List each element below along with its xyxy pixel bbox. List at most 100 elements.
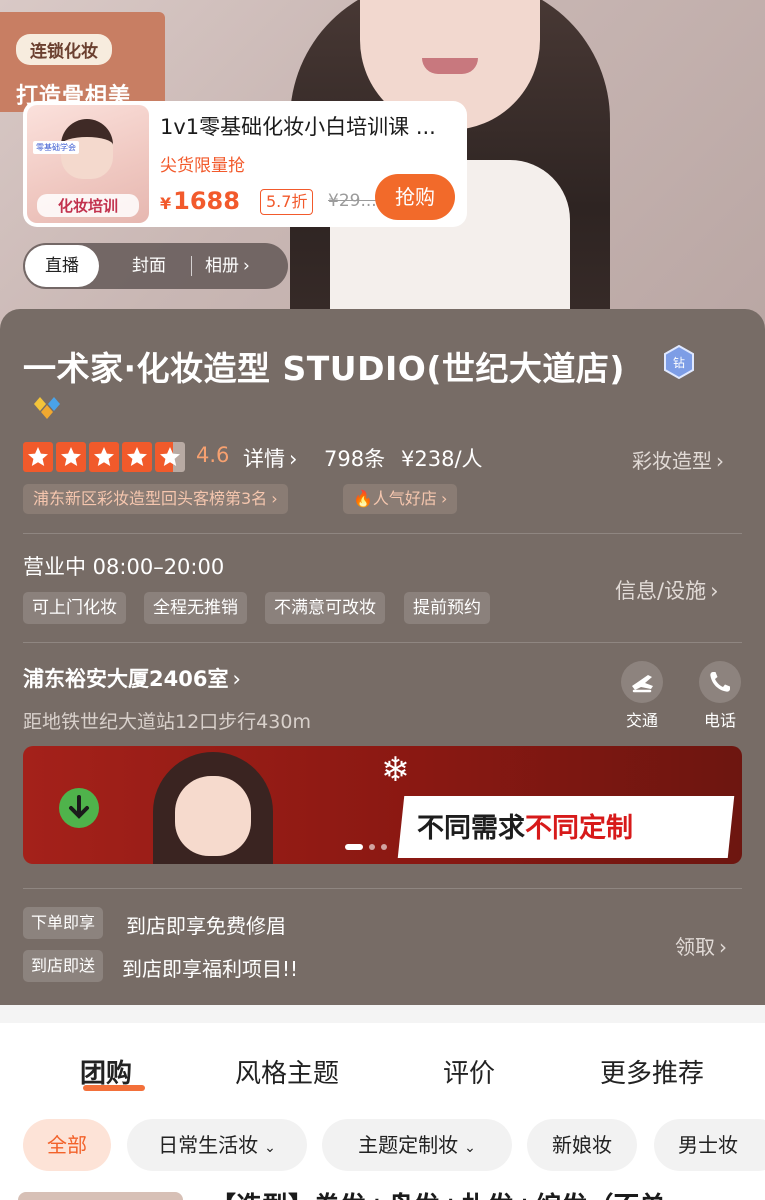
review-count: 798条 [324, 447, 386, 471]
half-star-icon [155, 442, 185, 472]
chevron-right-icon: › [243, 256, 250, 276]
currency-symbol: ¥ [160, 194, 172, 213]
promo-text: 到店即享福利项目!! [122, 957, 299, 981]
banner-slogan: 不同需求不同定制 [417, 806, 633, 845]
rating-detail-label: 详情 [243, 447, 285, 471]
divider [23, 642, 742, 643]
service-tag: 可上门化妆 [23, 592, 126, 624]
filter-mens-makeup[interactable]: 男士妆 [654, 1119, 765, 1171]
brand-diamond-icon [34, 397, 60, 419]
filter-all[interactable]: 全部 [23, 1119, 111, 1171]
chevron-down-icon: ⌄ [464, 1140, 476, 1156]
live-product-card[interactable]: 零基础学会 化妆培训 1v1零基础化妆小白培训课 ... 尖货限量抢 ¥1688… [23, 101, 467, 227]
tab-album[interactable]: 相册 › [205, 243, 285, 289]
pagination-dot [369, 844, 375, 850]
rank-chip[interactable]: 浦东新区彩妆造型回头客榜第3名 › [23, 484, 288, 514]
chevron-right-icon: › [232, 667, 241, 691]
banner-model-image [133, 746, 303, 864]
product-thumb-tag: 零基础学会 [33, 141, 79, 154]
rating-detail-link[interactable]: 详情 › [243, 443, 297, 473]
filter-label: 日常生活妆 [158, 1133, 259, 1157]
phone-label: 电话 [703, 711, 736, 730]
hero-media[interactable]: 连锁化妆 打造骨相美 零基础学会 化妆培训 1v1零基础化妆小白培训课 ... … [0, 0, 765, 360]
media-tabs: 直播 封面 相册 › [23, 243, 288, 289]
price-per-person: ¥238/人 [401, 447, 483, 471]
rank-chip-label: 浦东新区彩妆造型回头客榜第3名 [33, 489, 268, 508]
category-label: 彩妆造型 [632, 449, 712, 473]
facility-link[interactable]: 信息/设施 › [615, 575, 718, 605]
discount-badge: 5.7折 [260, 189, 314, 215]
filter-daily-makeup[interactable]: 日常生活妆 ⌄ [127, 1119, 307, 1171]
star-icon [23, 442, 53, 472]
svg-text:钻: 钻 [673, 355, 685, 370]
tab-style-theme[interactable]: 风格主题 [235, 1053, 339, 1090]
chevron-right-icon: › [716, 449, 724, 473]
filter-label: 主题定制妆 [358, 1133, 459, 1157]
deal-title: 【造型】卷发+盘发+扎发+编发（不单 [210, 1186, 665, 1200]
media-tab-divider [191, 256, 192, 276]
promo-tag: 到店即送 [23, 950, 104, 982]
product-thumbnail: 零基础学会 化妆培训 [27, 105, 149, 223]
claim-link[interactable]: 领取 › [675, 931, 727, 960]
tab-album-label: 相册 [205, 256, 239, 276]
tab-reviews[interactable]: 评价 [443, 1053, 495, 1090]
filter-bridal-makeup[interactable]: 新娘妆 [527, 1119, 637, 1171]
transport-label: 交通 [625, 711, 658, 730]
business-hours: 营业中 08:00–20:00 [23, 555, 225, 579]
claim-label: 领取 [675, 935, 715, 959]
tab-cover[interactable]: 封面 [113, 243, 185, 289]
divider [23, 533, 742, 534]
shop-info-panel: 一术家·化妆造型 STUDIO(世纪大道店) 钻 4.6 详情 › 798条 ¥2… [0, 309, 765, 1005]
active-tab-indicator [83, 1085, 145, 1091]
snowflake-icon: ❄ [381, 750, 410, 790]
promo-text: 到店即享免费修眉 [126, 914, 286, 938]
chevron-right-icon: › [271, 489, 278, 508]
chevron-right-icon: › [710, 579, 719, 603]
deal-thumbnail [18, 1192, 183, 1200]
facility-label: 信息/设施 [615, 579, 707, 603]
phone-icon [710, 672, 730, 692]
section-gap [0, 1005, 765, 1023]
promo-stamp: 连锁化妆 打造骨相美 [0, 12, 165, 112]
popular-chip[interactable]: 🔥人气好店 › [343, 484, 458, 514]
phone-button[interactable] [699, 661, 741, 703]
transport-icon [632, 675, 653, 693]
divider [23, 888, 742, 889]
service-tag: 全程无推销 [144, 592, 247, 624]
service-tag: 提前预约 [404, 592, 490, 624]
chevron-right-icon: › [289, 447, 298, 471]
stamp-top-text: 连锁化妆 [16, 34, 112, 65]
product-price: ¥1688 [160, 187, 240, 215]
flame-icon: 🔥 [353, 489, 373, 508]
price-value: 1688 [173, 187, 240, 215]
shop-title: 一术家·化妆造型 STUDIO(世纪大道店) [23, 349, 625, 388]
promo-banner[interactable]: ❄ 不同需求不同定制 [23, 746, 742, 864]
product-subtitle: 尖货限量抢 [160, 156, 245, 176]
rating-score: 4.6 [196, 443, 230, 467]
popular-chip-label: 人气好店 [372, 489, 437, 508]
tab-live[interactable]: 直播 [25, 245, 99, 287]
star-icon [122, 442, 152, 472]
diamond-merchant-badge-icon: 钻 [664, 345, 694, 379]
star-icon [89, 442, 119, 472]
promo-tag: 下单即享 [23, 907, 104, 939]
category-link[interactable]: 彩妆造型 › [632, 445, 724, 474]
tab-more-recommendations[interactable]: 更多推荐 [600, 1053, 704, 1090]
metro-distance: 距地铁世纪大道站12口步行430m [23, 711, 311, 733]
deal-list-item[interactable]: 【造型】卷发+盘发+扎发+编发（不单 [0, 1180, 765, 1200]
chevron-right-icon: › [719, 935, 727, 959]
filter-theme-makeup[interactable]: 主题定制妆 ⌄ [322, 1119, 512, 1171]
chevron-down-icon: ⌄ [264, 1140, 276, 1156]
shop-address[interactable]: 浦东裕安大厦2406室 › [23, 663, 241, 693]
banner-slogan-plain: 不同需求 [417, 813, 525, 844]
pagination-dot [381, 844, 387, 850]
product-thumb-label: 化妆培训 [37, 194, 139, 217]
product-title: 1v1零基础化妆小白培训课 ... [160, 115, 436, 139]
buy-button[interactable]: 抢购 [375, 174, 455, 220]
star-icon [56, 442, 86, 472]
pagination-dot-active [345, 844, 363, 850]
address-label: 浦东裕安大厦2406室 [23, 667, 229, 691]
download-arrow-icon [59, 788, 99, 828]
transport-button[interactable] [621, 661, 663, 703]
service-tag: 不满意可改妆 [265, 592, 385, 624]
